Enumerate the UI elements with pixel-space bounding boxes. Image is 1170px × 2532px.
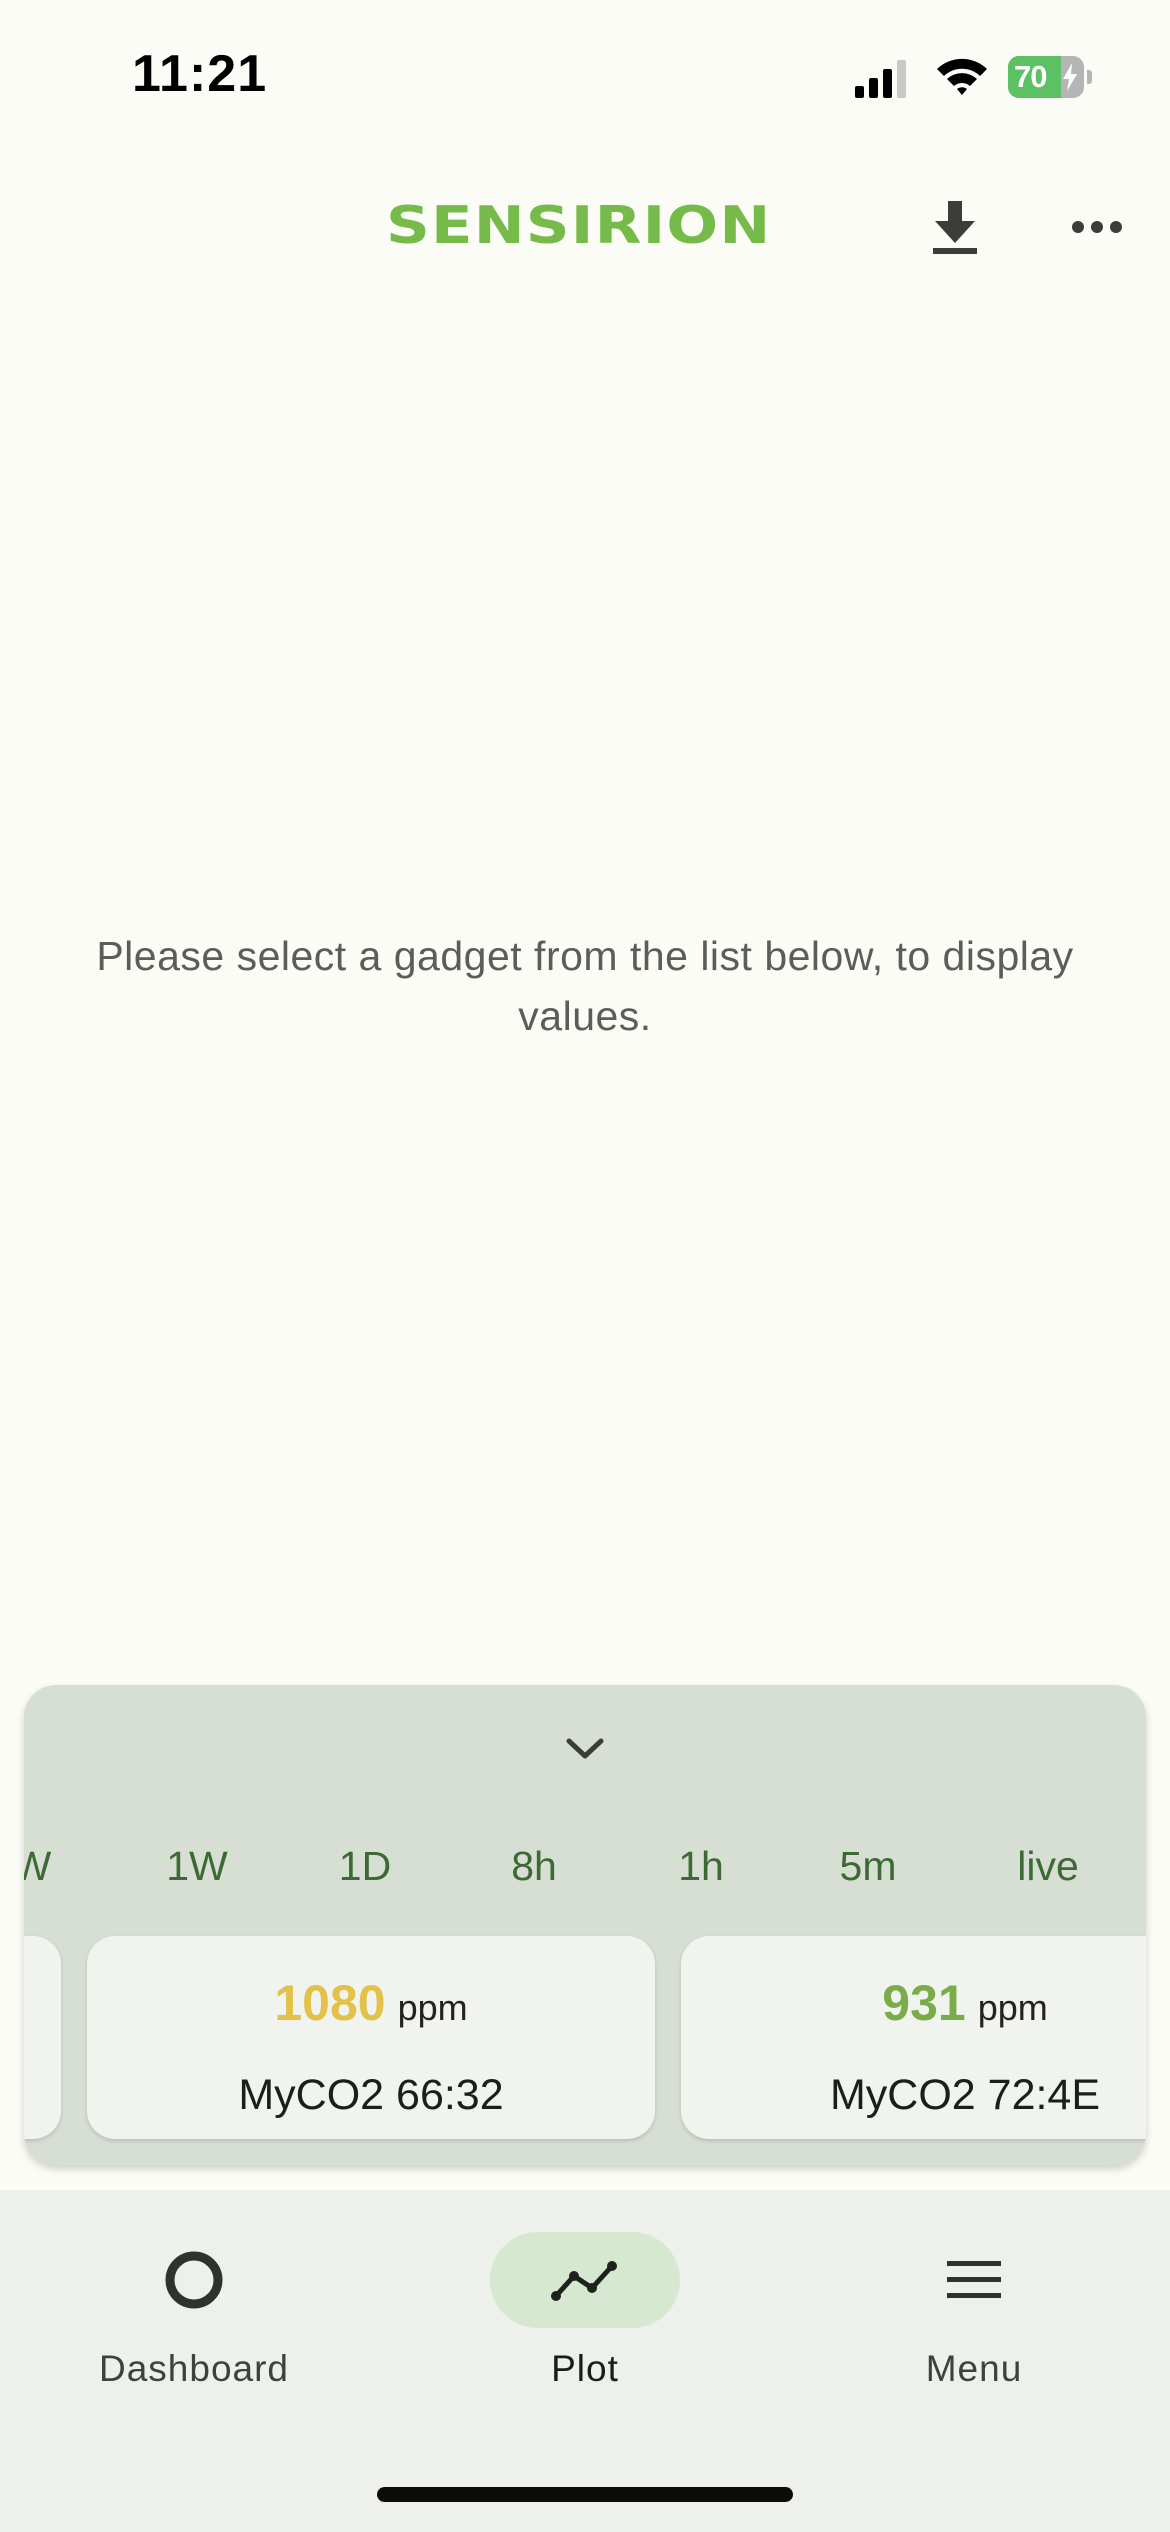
gadget-card[interactable]: 931 ppm MyCO2 72:4E <box>681 1936 1146 2139</box>
battery-body: 70 <box>1008 56 1084 98</box>
gadget-name: MyCO2 72:4E <box>829 2071 1101 2119</box>
co2-value: 1080 <box>274 1975 386 2031</box>
nav-icon-container <box>879 2232 1069 2328</box>
status-bar: 11:21 70 <box>0 0 1170 150</box>
collapse-sheet-button[interactable] <box>555 1729 615 1769</box>
cellular-signal-icon <box>855 60 906 98</box>
nav-label: Plot <box>551 2348 619 2389</box>
range-tab-w[interactable]: W <box>24 1843 51 1890</box>
nav-icon-container <box>99 2232 289 2328</box>
range-tab-1d[interactable]: 1D <box>339 1843 391 1890</box>
battery-cap <box>1087 70 1092 84</box>
range-tab-live[interactable]: live <box>1017 1843 1079 1890</box>
chevron-down-icon <box>566 1738 604 1759</box>
circle-icon <box>165 2251 223 2309</box>
gadget-reading: 1080 ppm <box>87 1974 655 2032</box>
co2-unit: ppm <box>397 1987 468 2028</box>
gadget-reading: 931 ppm <box>681 1974 1146 2032</box>
nav-item-menu[interactable]: Menu <box>849 2230 1099 2410</box>
nav-label: Dashboard <box>98 2348 289 2389</box>
nav-icon-container-active <box>490 2232 680 2328</box>
bottom-navigation: Dashboard Plot Menu <box>0 2190 1170 2532</box>
gadget-bottom-sheet: W 1W 1D 8h 1h 5m live 1080 ppm MyCO2 66:3… <box>24 1685 1146 2165</box>
more-horizontal-icon <box>1072 221 1122 233</box>
download-icon <box>933 201 977 254</box>
battery-indicator: 70 <box>1008 56 1092 98</box>
charging-bolt-icon <box>1063 63 1077 91</box>
nav-label: Menu <box>925 2348 1023 2389</box>
gadget-name: MyCO2 66:32 <box>238 2071 504 2119</box>
hamburger-menu-icon <box>947 2261 1001 2298</box>
gadget-card-partial[interactable] <box>24 1936 61 2139</box>
range-tab-8h[interactable]: 8h <box>511 1843 557 1890</box>
download-button[interactable] <box>920 192 990 262</box>
range-tab-1h[interactable]: 1h <box>678 1843 724 1890</box>
gadget-card[interactable]: 1080 ppm MyCO2 66:32 <box>87 1936 655 2139</box>
range-tab-1w[interactable]: 1W <box>166 1843 228 1890</box>
co2-value: 931 <box>882 1975 966 2031</box>
home-indicator <box>377 2487 793 2502</box>
nav-item-dashboard[interactable]: Dashboard <box>69 2230 319 2410</box>
more-options-button[interactable] <box>1062 192 1132 262</box>
sensirion-logo: SENSIRION <box>386 196 772 256</box>
plot-line-icon <box>551 2261 617 2301</box>
empty-state-message: Please select a gadget from the list bel… <box>96 933 1074 1039</box>
battery-level: 70 <box>1014 59 1047 94</box>
co2-unit: ppm <box>977 1987 1048 2028</box>
app-bar: SENSIRION <box>0 170 1170 280</box>
wifi-icon <box>937 58 987 95</box>
status-time: 11:21 <box>132 45 268 103</box>
range-tab-5m[interactable]: 5m <box>840 1843 897 1890</box>
nav-item-plot[interactable]: Plot <box>460 2230 710 2410</box>
